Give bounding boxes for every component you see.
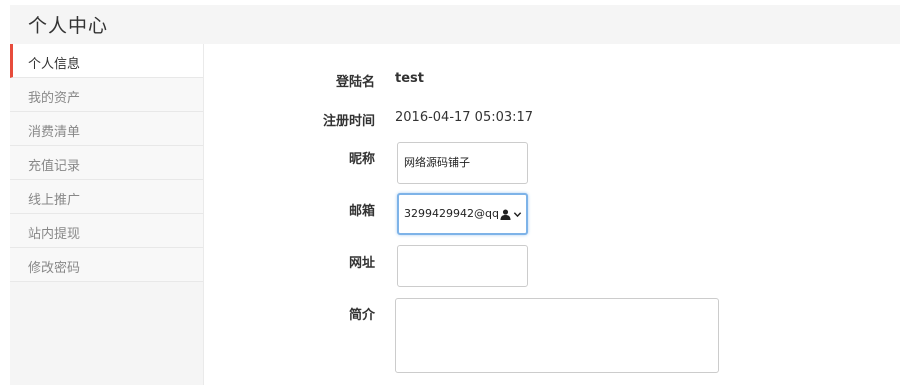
page-title: 个人中心 <box>28 15 109 37</box>
website-input[interactable] <box>397 245 528 287</box>
sidebar-item-profile[interactable]: 个人信息 <box>10 44 203 78</box>
username-value: test <box>395 71 424 86</box>
autofill-control[interactable] <box>498 195 522 233</box>
sidebar-item-label: 站内提现 <box>28 227 81 242</box>
register-time-value: 2016-04-17 05:03:17 <box>395 110 534 125</box>
nickname-label: 昵称 <box>348 152 375 167</box>
sidebar-item-assets[interactable]: 我的资产 <box>10 78 203 112</box>
chevron-down-icon <box>513 211 522 217</box>
sidebar-item-recharge[interactable]: 充值记录 <box>10 146 203 180</box>
sidebar-nav: 个人信息 我的资产 消费清单 充值记录 线上推广 站内提现 修改密码 <box>10 44 204 385</box>
page-header: 个人中心 <box>10 5 900 44</box>
sidebar-item-label: 消费清单 <box>28 125 81 140</box>
sidebar-item-label: 我的资产 <box>28 91 81 106</box>
username-label: 登陆名 <box>335 75 375 90</box>
intro-label: 简介 <box>348 308 375 323</box>
sidebar-item-promotion[interactable]: 线上推广 <box>10 180 203 214</box>
sidebar-item-label: 线上推广 <box>28 193 81 208</box>
sidebar-item-change-password[interactable]: 修改密码 <box>10 248 203 282</box>
sidebar-item-label: 个人信息 <box>28 57 81 72</box>
register-time-label: 注册时间 <box>322 114 375 129</box>
intro-textarea[interactable] <box>395 298 719 373</box>
sidebar-item-consumption[interactable]: 消费清单 <box>10 112 203 146</box>
sidebar-item-label: 充值记录 <box>28 159 81 174</box>
website-label: 网址 <box>348 256 375 271</box>
sidebar-item-withdraw[interactable]: 站内提现 <box>10 214 203 248</box>
email-label: 邮箱 <box>348 204 375 219</box>
email-input[interactable]: 3299429942@qq.co <box>397 193 528 235</box>
sidebar-item-label: 修改密码 <box>28 261 81 276</box>
person-icon <box>500 208 511 220</box>
nickname-input[interactable]: 网络源码铺子 <box>397 142 528 184</box>
